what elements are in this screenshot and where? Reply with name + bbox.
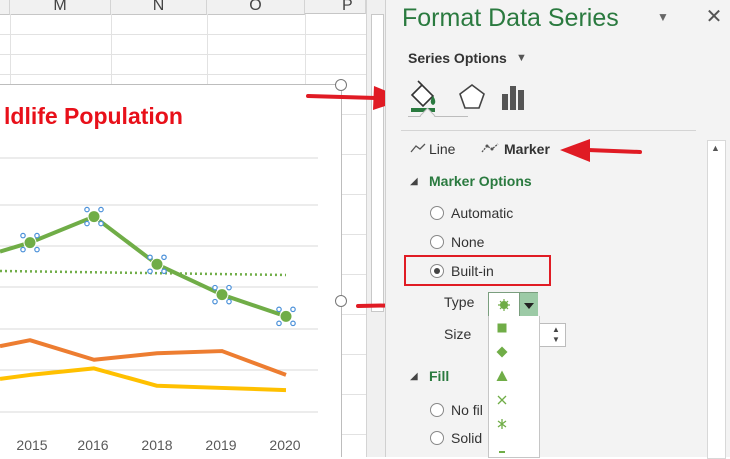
collapse-triangle-icon[interactable]: ◢	[410, 176, 418, 187]
series-line[interactable]	[0, 366, 287, 393]
radio-automatic[interactable]	[430, 206, 444, 220]
diamond-marker-icon[interactable]	[495, 345, 509, 359]
radio-label-none[interactable]: None	[451, 234, 484, 250]
sheet-vertical-scrollbar[interactable]	[366, 0, 385, 457]
marker-size-spinner[interactable]: ▲ ▼	[538, 323, 566, 347]
data-point-marker[interactable]	[279, 309, 293, 323]
selection-handle[interactable]	[34, 232, 40, 239]
selection-handle[interactable]	[212, 284, 218, 291]
selection-handle[interactable]	[147, 254, 153, 261]
pane-title: Format Data Series	[402, 4, 619, 32]
series-line[interactable]	[0, 214, 287, 319]
radio-no-fill[interactable]	[430, 403, 444, 417]
pane-vertical-scrollbar[interactable]: ▲	[707, 140, 726, 459]
dash-marker-icon[interactable]	[495, 441, 509, 455]
selection-handle[interactable]	[98, 220, 104, 227]
pane-options-dropdown[interactable]: ▼	[657, 10, 669, 24]
radio-label-solid-fill[interactable]: Solid	[451, 430, 482, 446]
divider	[401, 130, 696, 131]
spin-down-icon[interactable]: ▼	[552, 335, 560, 344]
selection-handle[interactable]	[290, 320, 296, 327]
collapse-triangle-icon[interactable]: ◢	[410, 371, 418, 382]
selection-handle[interactable]	[84, 220, 90, 227]
radio-label-no-fill[interactable]: No fil	[451, 402, 483, 418]
selection-handle[interactable]	[20, 246, 26, 253]
highlight-box	[404, 255, 551, 286]
chevron-down-icon[interactable]: ▼	[516, 52, 527, 64]
chart-resize-handle[interactable]	[335, 295, 347, 307]
selection-handle[interactable]	[276, 306, 282, 313]
chart-title[interactable]: ldlife Population	[4, 103, 183, 130]
tab-line[interactable]: Line	[429, 141, 455, 157]
x-tick-label: 2020	[269, 437, 301, 453]
selection-handle[interactable]	[147, 268, 153, 275]
close-button[interactable]: ✕	[704, 4, 724, 29]
series-line[interactable]	[0, 269, 287, 277]
scroll-up-icon[interactable]: ▲	[711, 143, 720, 153]
x-tick-label: 2019	[205, 437, 237, 453]
tab-divider	[408, 116, 468, 117]
square-marker-icon[interactable]	[495, 321, 509, 335]
line-icon	[410, 143, 426, 153]
tab-marker[interactable]: Marker	[504, 141, 550, 157]
effects-pentagon-icon[interactable]	[456, 80, 488, 114]
gridline	[0, 34, 366, 35]
selection-handle[interactable]	[276, 320, 282, 327]
triangle-marker-icon[interactable]	[495, 369, 509, 383]
column-header-p[interactable]: P	[305, 0, 366, 14]
marker-type-dropdown[interactable]	[488, 292, 538, 318]
marker-icon	[481, 143, 499, 153]
data-point-marker[interactable]	[87, 210, 101, 224]
data-point-marker[interactable]	[23, 236, 37, 250]
selected-marker-icon	[490, 294, 518, 316]
x-tick-label: 2018	[141, 437, 173, 453]
fill-line-icon[interactable]	[408, 80, 440, 114]
x-tick-label: 2016	[77, 437, 109, 453]
series-options-dropdown[interactable]: Series Options	[408, 50, 507, 66]
column-header-o[interactable]: O	[207, 0, 305, 15]
chevron-down-icon[interactable]	[519, 293, 538, 317]
line-chart[interactable]: ldlife Population 2015 2016 2018 2019 20…	[0, 84, 342, 457]
gridline	[0, 54, 366, 55]
spin-up-icon[interactable]: ▲	[552, 325, 560, 334]
x-marker-icon[interactable]	[495, 393, 509, 407]
scrollbar-thumb[interactable]	[371, 14, 384, 312]
selection-handle[interactable]	[212, 298, 218, 305]
selection-handle[interactable]	[34, 246, 40, 253]
chart-plot-area[interactable]	[0, 85, 341, 457]
radio-label-automatic[interactable]: Automatic	[451, 205, 513, 221]
radio-none[interactable]	[430, 235, 444, 249]
series-options-bars-icon[interactable]	[498, 80, 530, 114]
type-label: Type	[444, 294, 475, 310]
asterisk-marker-icon[interactable]	[495, 417, 509, 431]
section-title-fill[interactable]: Fill	[429, 368, 449, 384]
x-tick-label: 2015	[16, 437, 48, 453]
format-data-series-pane: Format Data Series ▼ ✕ Series Options ▼ …	[385, 0, 730, 459]
section-title-marker-options[interactable]: Marker Options	[429, 173, 532, 189]
data-point-marker[interactable]	[215, 288, 229, 302]
selection-handle[interactable]	[290, 306, 296, 313]
selection-handle[interactable]	[161, 268, 167, 275]
size-label: Size	[444, 326, 472, 342]
selection-handle[interactable]	[226, 284, 232, 291]
red-arrow-annotation	[560, 139, 642, 162]
gridline	[0, 74, 366, 75]
selection-handle[interactable]	[98, 206, 104, 213]
selection-handle[interactable]	[20, 232, 26, 239]
selection-handle[interactable]	[226, 298, 232, 305]
column-header-n[interactable]: N	[111, 0, 207, 15]
marker-type-list[interactable]	[488, 316, 540, 458]
data-point-marker[interactable]	[150, 257, 164, 271]
selection-handle[interactable]	[84, 206, 90, 213]
column-header-m[interactable]: M	[10, 0, 111, 15]
spreadsheet-grid[interactable]: M N O P ldlife Population 2015 2016 2018…	[0, 0, 385, 457]
radio-solid-fill[interactable]	[430, 431, 444, 445]
selection-handle[interactable]	[161, 254, 167, 261]
column-header-l[interactable]	[0, 0, 10, 15]
